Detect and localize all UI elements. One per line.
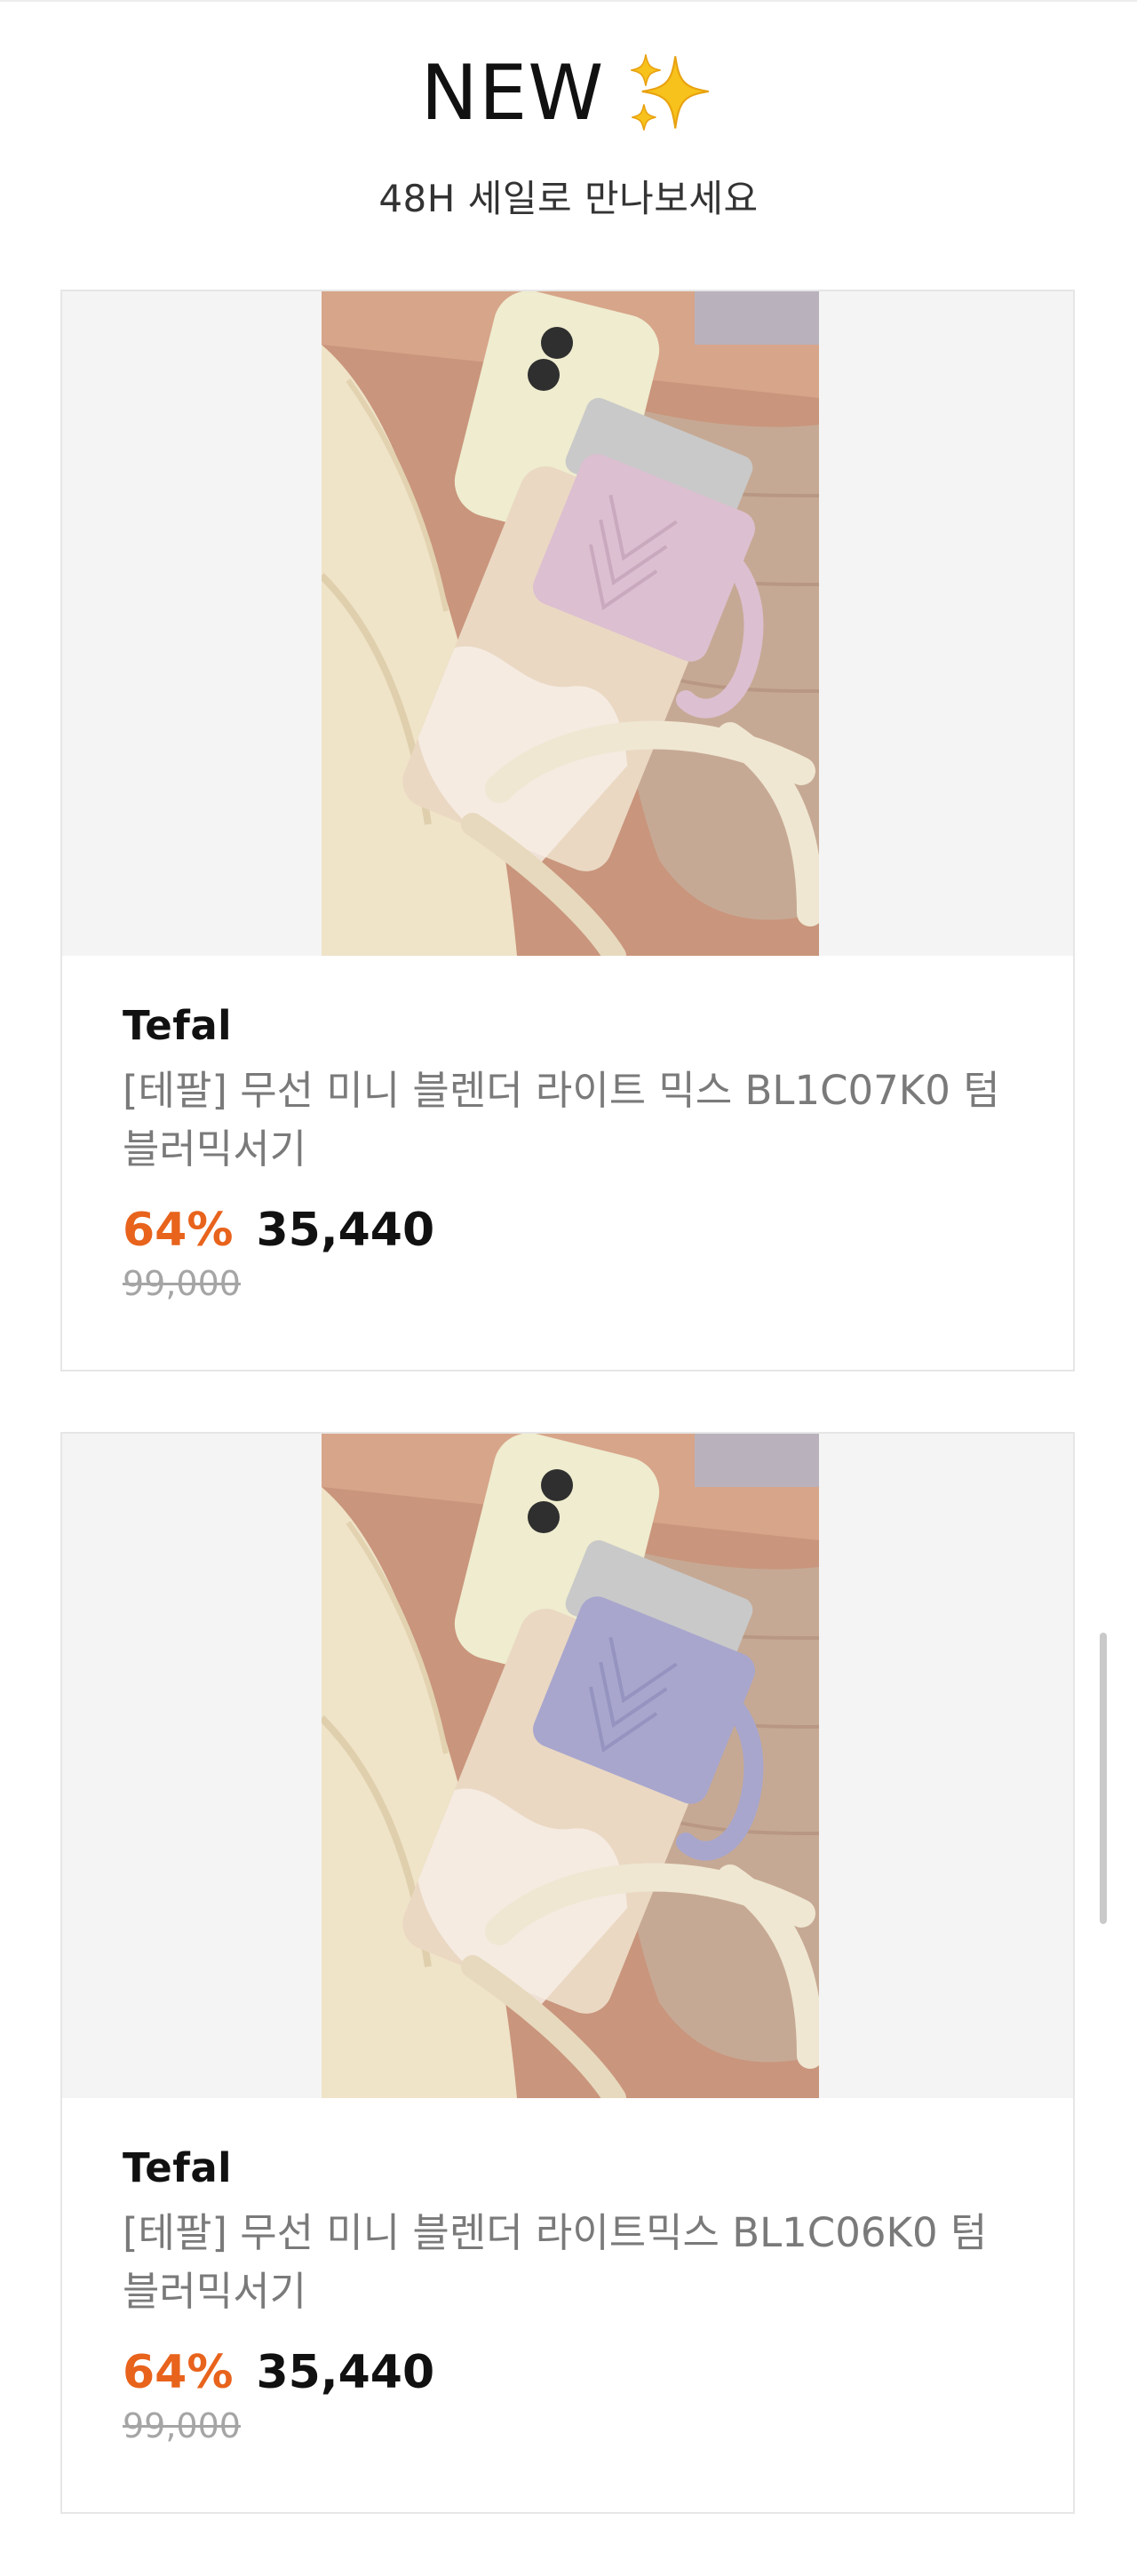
section-header: NEW 48H 세일로 만나보세요 [0,36,1137,223]
product-image-area[interactable] [62,1434,1073,2098]
discount-rate: 64% [123,2346,234,2399]
section-title: NEW [420,49,605,138]
product-card[interactable]: Tefal [테팔] 무선 미니 블렌더 라이트 믹스 BL1C07K0 텀블러… [60,290,1075,1371]
original-price: 99,000 [123,2406,241,2445]
product-info: Tefal [테팔] 무선 미니 블렌더 라이트 믹스 BL1C07K0 텀블러… [123,1002,1011,1303]
product-name[interactable]: [테팔] 무선 미니 블렌더 라이트 믹스 BL1C07K0 텀블러믹서기 [123,1061,1011,1179]
original-price: 99,000 [123,1264,241,1303]
sale-price: 35,440 [256,1204,435,1257]
product-brand: Tefal [123,1002,233,1049]
price-row: 64% 35,440 [123,2346,1011,2405]
price-row: 64% 35,440 [123,1204,1011,1262]
product-image-area[interactable] [62,291,1073,956]
discount-rate: 64% [123,1204,234,1257]
title-row: NEW [0,36,1137,151]
scrollbar[interactable] [1100,1633,1107,1924]
top-divider [0,0,1137,2]
product-image [322,291,819,956]
product-info: Tefal [테팔] 무선 미니 블렌더 라이트믹스 BL1C06K0 텀블러믹… [123,2144,1011,2445]
sale-price: 35,440 [256,2346,435,2399]
product-image [322,1434,819,2098]
sparkles-icon [631,54,710,131]
product-card[interactable]: Tefal [테팔] 무선 미니 블렌더 라이트믹스 BL1C06K0 텀블러믹… [60,1432,1075,2514]
section-subtitle: 48H 세일로 만나보세요 [378,177,759,220]
product-brand: Tefal [123,2144,233,2191]
product-name[interactable]: [테팔] 무선 미니 블렌더 라이트믹스 BL1C06K0 텀블러믹서기 [123,2204,1011,2321]
